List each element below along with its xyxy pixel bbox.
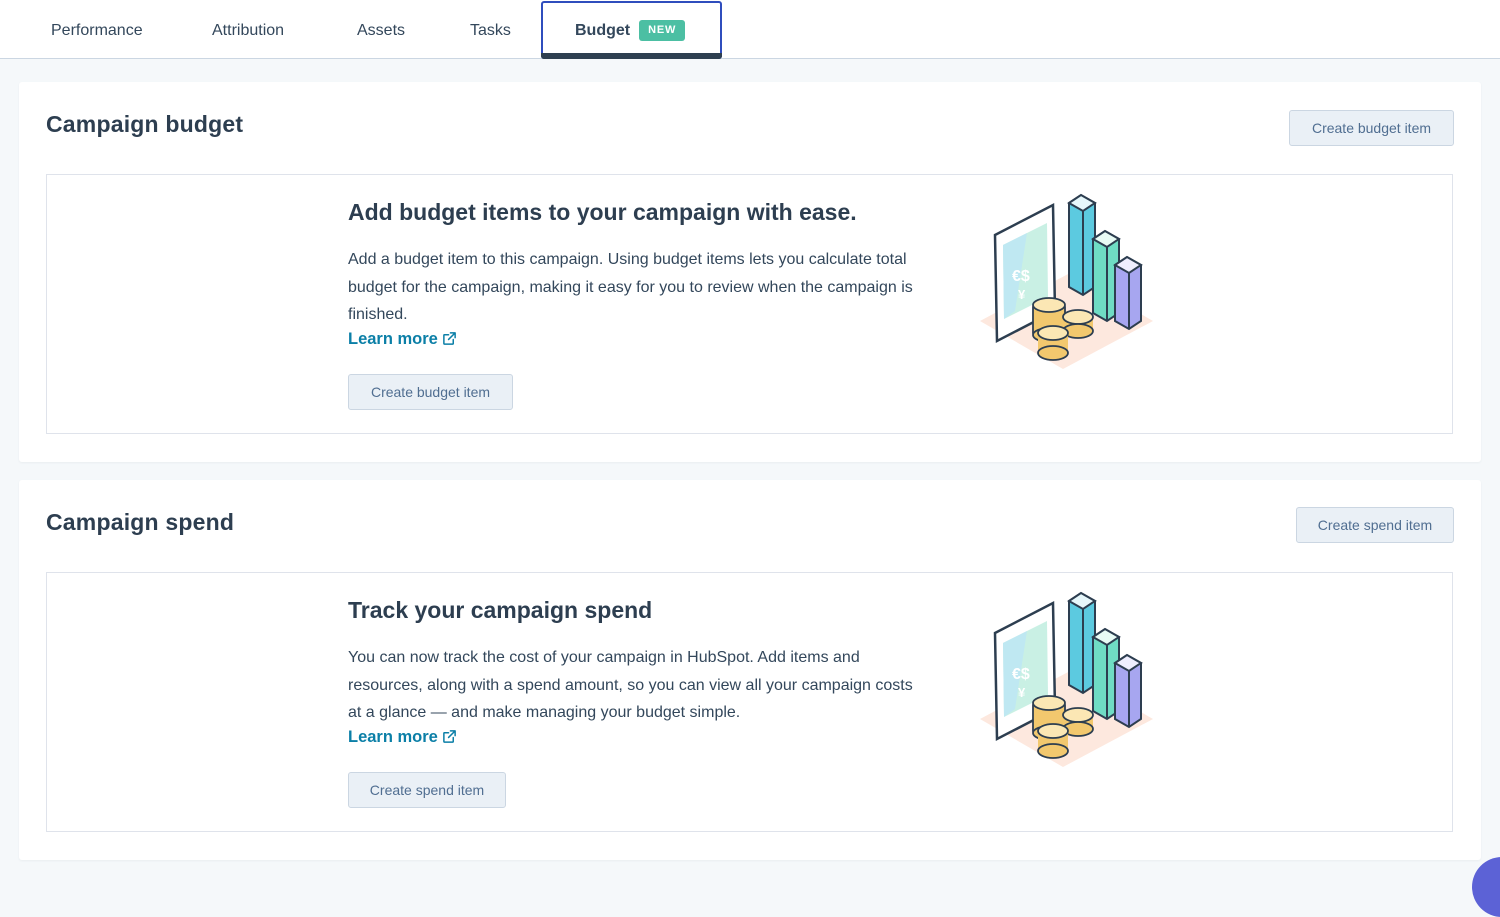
external-link-icon (443, 730, 456, 743)
tab-attribution[interactable]: Attribution (212, 0, 284, 58)
campaign-spend-card: Campaign spend Create spend item Track y… (19, 480, 1481, 860)
tab-tasks[interactable]: Tasks (470, 0, 511, 58)
budget-chart-coins-illustration: €$ ¥ (980, 193, 1153, 369)
new-badge: NEW (639, 20, 686, 41)
tab-assets[interactable]: Assets (357, 0, 405, 58)
tab-budget[interactable]: Budget NEW (541, 1, 722, 59)
campaign-budget-title: Campaign budget (46, 111, 244, 137)
spend-learn-more-label: Learn more (348, 728, 438, 746)
budget-learn-more-link[interactable]: Learn more (348, 330, 457, 349)
tab-performance[interactable]: Performance (51, 0, 143, 58)
create-budget-item-header-button[interactable]: Create budget item (1289, 110, 1454, 146)
budget-empty-title: Add budget items to your campaign with e… (348, 199, 857, 225)
tab-assets-label: Assets (357, 22, 406, 39)
tab-budget-label: Budget (575, 22, 631, 39)
external-link-icon (443, 332, 456, 345)
spend-empty-description: You can now track the cost of your campa… (348, 649, 913, 721)
tab-attribution-label: Attribution (212, 22, 285, 39)
svg-text:¥: ¥ (1018, 685, 1026, 700)
campaign-spend-title: Campaign spend (46, 509, 235, 535)
campaign-budget-card: Campaign budget Create budget item Add b… (19, 82, 1481, 462)
budget-empty-description: Add a budget item to this campaign. Usin… (348, 251, 913, 323)
help-widget-button[interactable] (1472, 857, 1500, 917)
tab-bar: Performance Attribution Assets Tasks Bud… (0, 0, 1500, 59)
svg-text:€$: €$ (1012, 666, 1030, 683)
svg-text:€$: €$ (1012, 268, 1030, 285)
tab-performance-label: Performance (51, 22, 143, 39)
create-budget-item-button[interactable]: Create budget item (348, 374, 513, 410)
create-spend-item-header-button[interactable]: Create spend item (1296, 507, 1454, 543)
budget-learn-more-label: Learn more (348, 330, 438, 348)
svg-text:¥: ¥ (1018, 287, 1026, 302)
budget-empty-state: Add budget items to your campaign with e… (46, 174, 1453, 434)
create-spend-item-button[interactable]: Create spend item (348, 772, 506, 808)
spend-empty-title: Track your campaign spend (348, 597, 653, 623)
spend-learn-more-link[interactable]: Learn more (348, 728, 457, 747)
spend-empty-state: Track your campaign spend You can now tr… (46, 572, 1453, 832)
tab-tasks-label: Tasks (470, 22, 511, 39)
spend-chart-coins-illustration: €$ ¥ (980, 591, 1153, 767)
